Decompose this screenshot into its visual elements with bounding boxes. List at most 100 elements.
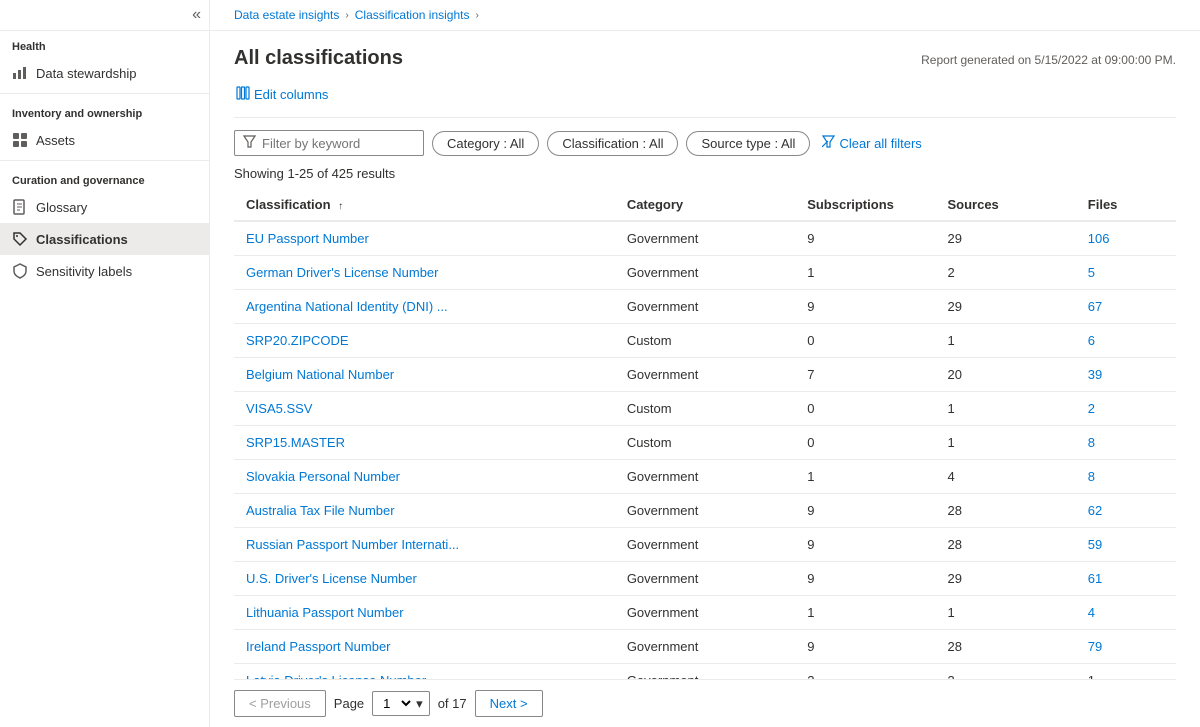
clear-filters-label: Clear all filters	[839, 136, 921, 151]
book-icon	[12, 199, 28, 215]
files-cell[interactable]: 6	[1076, 324, 1176, 358]
files-link[interactable]: 8	[1088, 435, 1095, 450]
classification-link[interactable]: Russian Passport Number Internati...	[246, 537, 459, 552]
category-cell: Government	[615, 494, 795, 528]
files-cell[interactable]: 79	[1076, 630, 1176, 664]
sidebar-item-data-stewardship[interactable]: Data stewardship	[0, 57, 209, 89]
category-cell: Government	[615, 290, 795, 324]
th-sources[interactable]: Sources	[935, 189, 1075, 221]
files-cell[interactable]: 67	[1076, 290, 1176, 324]
table-row: SRP15.MASTERCustom018	[234, 426, 1176, 460]
category-cell: Government	[615, 596, 795, 630]
files-cell[interactable]: 8	[1076, 426, 1176, 460]
files-link[interactable]: 106	[1088, 231, 1110, 246]
classification-link[interactable]: Argentina National Identity (DNI) ...	[246, 299, 448, 314]
page-select[interactable]: 1234567891011121314151617	[379, 695, 414, 712]
page-title: All classifications	[234, 47, 403, 70]
table-row: SRP20.ZIPCODECustom016	[234, 324, 1176, 358]
files-link[interactable]: 79	[1088, 639, 1102, 654]
files-cell[interactable]: 61	[1076, 562, 1176, 596]
previous-button[interactable]: < Previous	[234, 690, 326, 717]
files-cell[interactable]: 5	[1076, 256, 1176, 290]
th-subscriptions[interactable]: Subscriptions	[795, 189, 935, 221]
category-filter-button[interactable]: Category : All	[432, 131, 539, 156]
sidebar-item-assets[interactable]: Assets	[0, 124, 209, 156]
files-cell: 1	[1076, 664, 1176, 680]
th-files[interactable]: Files	[1076, 189, 1176, 221]
edit-columns-button[interactable]: Edit columns	[234, 82, 330, 107]
table-row: EU Passport NumberGovernment929106	[234, 221, 1176, 256]
classification-link[interactable]: SRP15.MASTER	[246, 435, 345, 450]
sidebar-item-label: Assets	[36, 133, 75, 148]
collapse-button[interactable]: «	[0, 0, 209, 31]
sources-cell: 3	[935, 664, 1075, 680]
chart-icon	[12, 65, 28, 81]
table-row: Slovakia Personal NumberGovernment148	[234, 460, 1176, 494]
keyword-input[interactable]	[262, 136, 415, 151]
classification-link[interactable]: Lithuania Passport Number	[246, 605, 404, 620]
subscriptions-cell: 1	[795, 256, 935, 290]
breadcrumb-classification-insights[interactable]: Classification insights	[355, 8, 470, 22]
sources-cell: 1	[935, 324, 1075, 358]
table-row: Argentina National Identity (DNI) ... Gov…	[234, 290, 1176, 324]
breadcrumb-separator-1: ›	[345, 10, 348, 21]
files-link[interactable]: 59	[1088, 537, 1102, 552]
sidebar-item-glossary[interactable]: Glossary	[0, 191, 209, 223]
page-label: Page	[334, 696, 364, 711]
pagination: < Previous Page 123456789101112131415161…	[234, 679, 1176, 727]
files-cell[interactable]: 4	[1076, 596, 1176, 630]
files-link[interactable]: 4	[1088, 605, 1095, 620]
tag-icon	[12, 231, 28, 247]
files-cell[interactable]: 62	[1076, 494, 1176, 528]
page-select-wrapper[interactable]: 1234567891011121314151617 ▾	[372, 691, 430, 716]
table-body: EU Passport NumberGovernment929106German…	[234, 221, 1176, 679]
classification-link[interactable]: Ireland Passport Number	[246, 639, 391, 654]
source-type-filter-button[interactable]: Source type : All	[686, 131, 810, 156]
sidebar-item-sensitivity-labels[interactable]: Sensitivity labels	[0, 255, 209, 287]
sidebar-item-classifications[interactable]: Classifications	[0, 223, 209, 255]
collapse-icon[interactable]: «	[192, 6, 201, 24]
files-link[interactable]: 2	[1088, 401, 1095, 416]
classification-link[interactable]: Belgium National Number	[246, 367, 394, 382]
files-cell[interactable]: 106	[1076, 221, 1176, 256]
subscriptions-cell: 1	[795, 596, 935, 630]
table-row: Lithuania Passport NumberGovernment114	[234, 596, 1176, 630]
files-link[interactable]: 8	[1088, 469, 1095, 484]
files-link[interactable]: 6	[1088, 333, 1095, 348]
sidebar-group-inventory: Inventory and ownership	[0, 98, 209, 124]
breadcrumb-separator-2: ›	[475, 10, 478, 21]
files-link[interactable]: 62	[1088, 503, 1102, 518]
files-link[interactable]: 67	[1088, 299, 1102, 314]
subscriptions-cell: 9	[795, 221, 935, 256]
clear-all-filters-button[interactable]: Clear all filters	[818, 131, 925, 155]
sort-icon: ↑	[338, 201, 343, 212]
files-link[interactable]: 39	[1088, 367, 1102, 382]
keyword-filter[interactable]	[234, 130, 424, 156]
classification-link[interactable]: SRP20.ZIPCODE	[246, 333, 349, 348]
classification-link[interactable]: Australia Tax File Number	[246, 503, 395, 518]
classification-link[interactable]: German Driver's License Number	[246, 265, 439, 280]
sidebar-divider	[0, 93, 209, 94]
sources-cell: 29	[935, 290, 1075, 324]
classification-link[interactable]: EU Passport Number	[246, 231, 369, 246]
sources-cell: 29	[935, 221, 1075, 256]
files-link[interactable]: 61	[1088, 571, 1102, 586]
files-cell[interactable]: 59	[1076, 528, 1176, 562]
breadcrumb-data-estate[interactable]: Data estate insights	[234, 8, 339, 22]
files-cell[interactable]: 2	[1076, 392, 1176, 426]
sources-cell: 28	[935, 528, 1075, 562]
main-content: Data estate insights › Classification in…	[210, 0, 1200, 727]
classification-filter-button[interactable]: Classification : All	[547, 131, 678, 156]
th-category[interactable]: Category	[615, 189, 795, 221]
classification-link[interactable]: VISA5.SSV	[246, 401, 312, 416]
files-cell[interactable]: 8	[1076, 460, 1176, 494]
next-button[interactable]: Next >	[475, 690, 543, 717]
files-cell[interactable]: 39	[1076, 358, 1176, 392]
classification-link[interactable]: Slovakia Personal Number	[246, 469, 400, 484]
subscriptions-cell: 9	[795, 290, 935, 324]
th-classification[interactable]: Classification ↑	[234, 189, 615, 221]
classification-link[interactable]: Latvia Driver's License Number	[246, 673, 426, 679]
edit-columns-row: Edit columns	[234, 82, 1176, 118]
files-link[interactable]: 5	[1088, 265, 1095, 280]
classification-link[interactable]: U.S. Driver's License Number	[246, 571, 417, 586]
